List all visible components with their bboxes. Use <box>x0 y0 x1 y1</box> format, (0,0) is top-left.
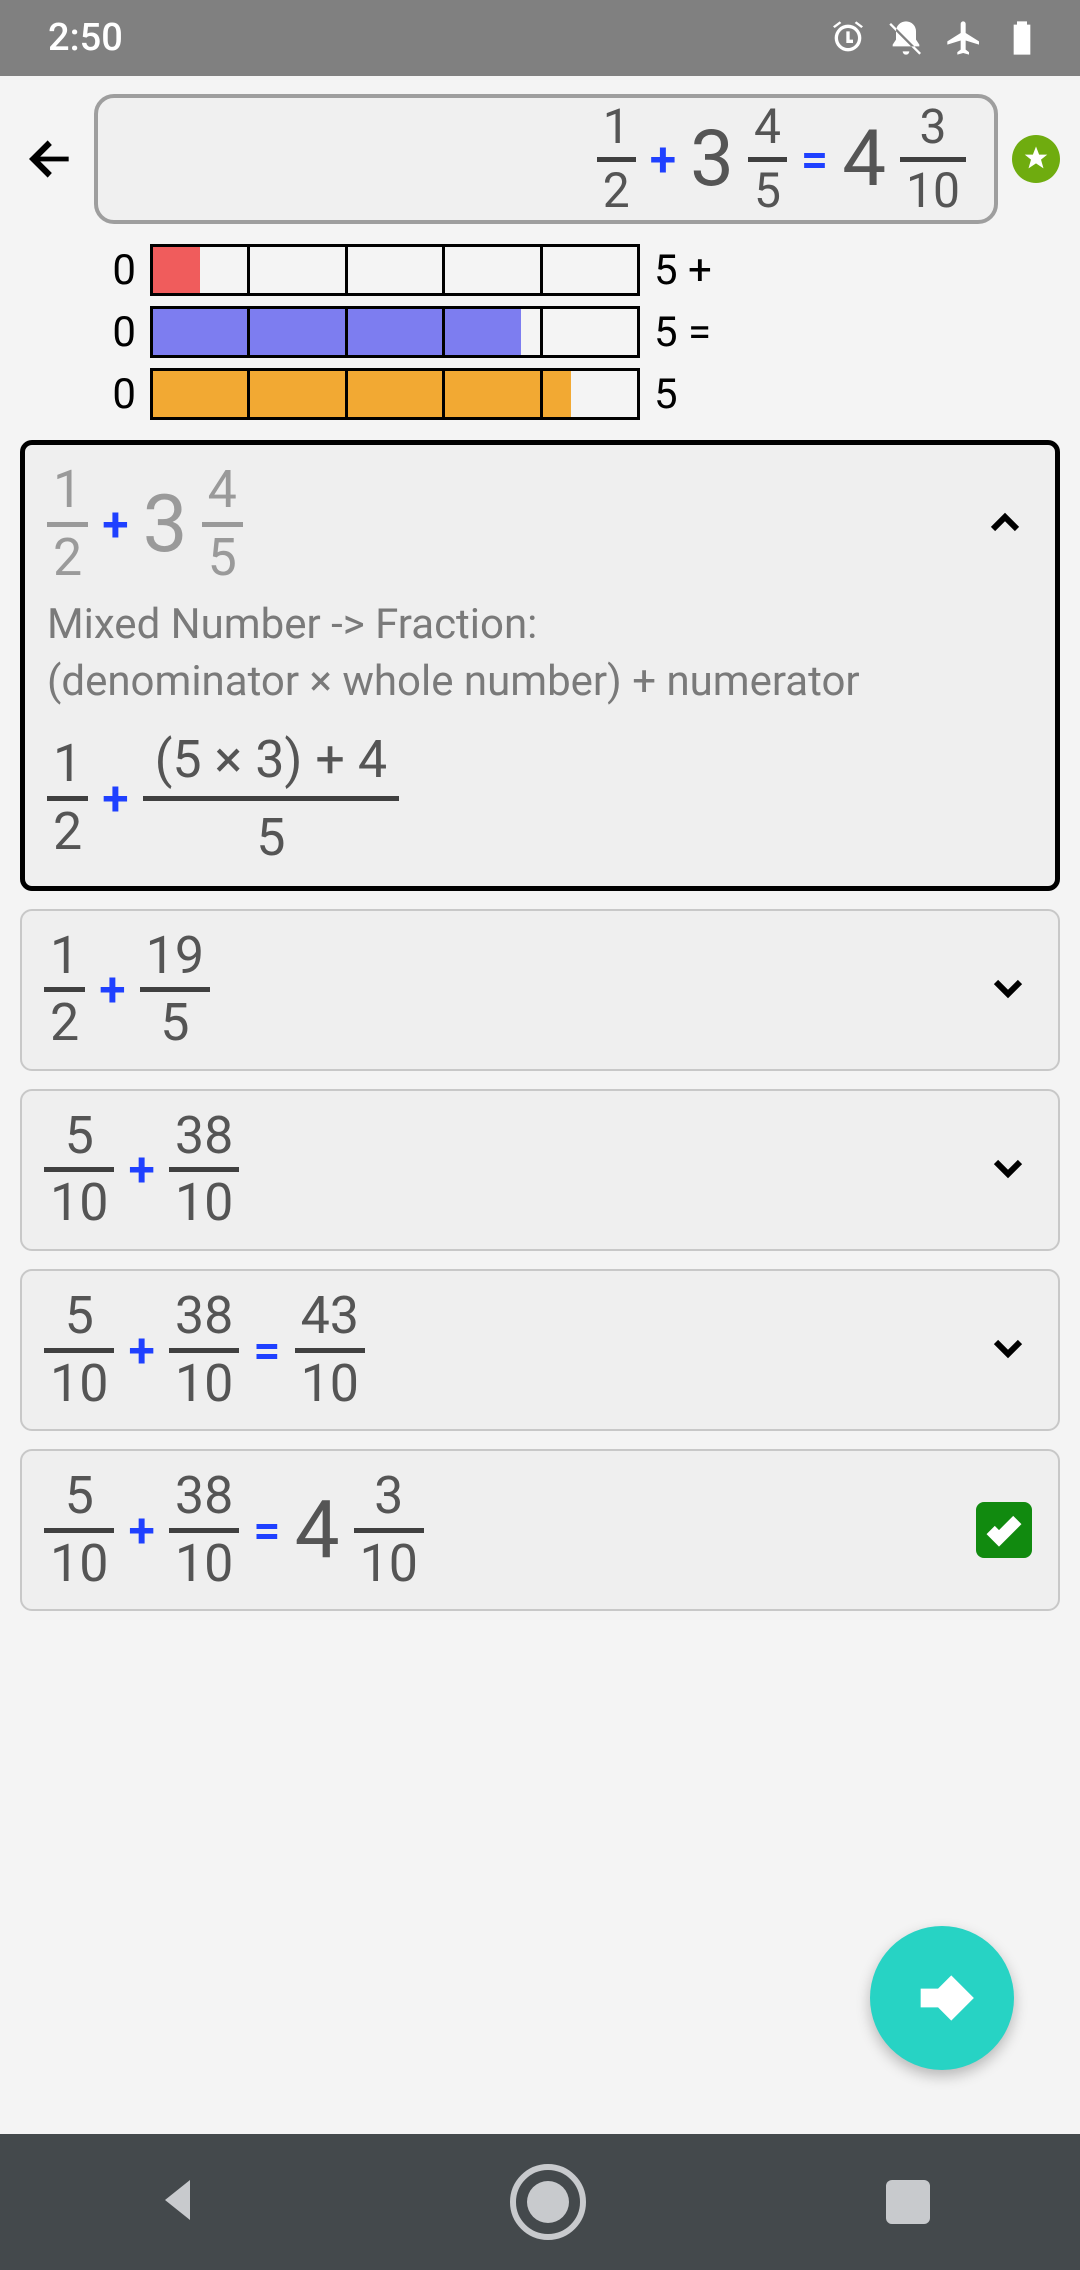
header-frac-1: 12 <box>597 102 636 216</box>
nav-bar <box>0 2134 1080 2270</box>
next-fab[interactable] <box>870 1926 1014 2070</box>
nav-recent-button[interactable] <box>886 2180 930 2224</box>
step5-expr: 510 + 3810 = 4 310 <box>44 1469 1036 1591</box>
tape-right-label: 5 <box>640 370 726 419</box>
tape-right-label: 5 = <box>640 308 726 357</box>
chevron-up-icon[interactable] <box>981 499 1029 551</box>
tape-row-2: 0 5 = <box>20 304 1060 360</box>
chevron-down-icon[interactable] <box>984 1324 1032 1376</box>
tape-bar-2 <box>150 306 640 358</box>
header-result-frac: 310 <box>900 102 966 216</box>
header-whole-2: 3 <box>690 114 734 205</box>
tape-left-label: 0 <box>20 308 150 357</box>
header-frac-2: 45 <box>748 102 787 216</box>
step1-line2: 12 + (5 × 3) + 4 5 <box>47 729 1033 868</box>
step-card-5[interactable]: 510 + 3810 = 4 310 <box>20 1449 1060 1611</box>
status-icons <box>828 18 1042 58</box>
expression-box[interactable]: 12 + 3 45 = 4 310 <box>94 94 998 224</box>
alarm-icon <box>828 18 868 58</box>
step1-note: Mixed Number -> Fraction: (denominator ×… <box>47 597 1033 710</box>
step2-expr: 12 + 195 <box>44 929 1036 1051</box>
step-card-3[interactable]: 510 + 3810 <box>20 1089 1060 1251</box>
plus-icon: + <box>650 131 676 188</box>
step1-line1: 12 + 3 45 <box>47 463 1033 585</box>
tape-right-label: 5 + <box>640 246 726 295</box>
nav-back-button[interactable] <box>150 2170 210 2234</box>
chevron-down-icon[interactable] <box>984 1144 1032 1196</box>
header-result-whole: 4 <box>842 114 886 205</box>
tape-bar-1 <box>150 244 640 296</box>
step4-expr: 510 + 3810 = 4310 <box>44 1289 1036 1411</box>
tape-row-3: 0 5 <box>20 366 1060 422</box>
tape-row-1: 0 5 + <box>20 242 1060 298</box>
step-card-4[interactable]: 510 + 3810 = 4310 <box>20 1269 1060 1431</box>
check-icon <box>976 1502 1032 1558</box>
step-card-2[interactable]: 12 + 195 <box>20 909 1060 1071</box>
tape-diagrams: 0 5 + 0 5 = 0 5 <box>20 242 1060 422</box>
tape-left-label: 0 <box>20 246 150 295</box>
favorite-button[interactable] <box>1012 135 1060 183</box>
airplane-icon <box>944 18 984 58</box>
status-time: 2:50 <box>48 16 123 60</box>
header-row: 12 + 3 45 = 4 310 <box>20 94 1060 224</box>
mute-icon <box>886 18 926 58</box>
status-bar: 2:50 <box>0 0 1080 76</box>
tape-bar-3 <box>150 368 640 420</box>
tape-left-label: 0 <box>20 370 150 419</box>
step-card-1[interactable]: 12 + 3 45 Mixed Number -> Fraction: (den… <box>20 440 1060 891</box>
back-button[interactable] <box>20 131 80 187</box>
battery-icon <box>1002 18 1042 58</box>
equals-icon: = <box>801 131 828 188</box>
nav-home-button[interactable] <box>510 2164 586 2240</box>
step3-expr: 510 + 3810 <box>44 1109 1036 1231</box>
chevron-down-icon[interactable] <box>984 964 1032 1016</box>
